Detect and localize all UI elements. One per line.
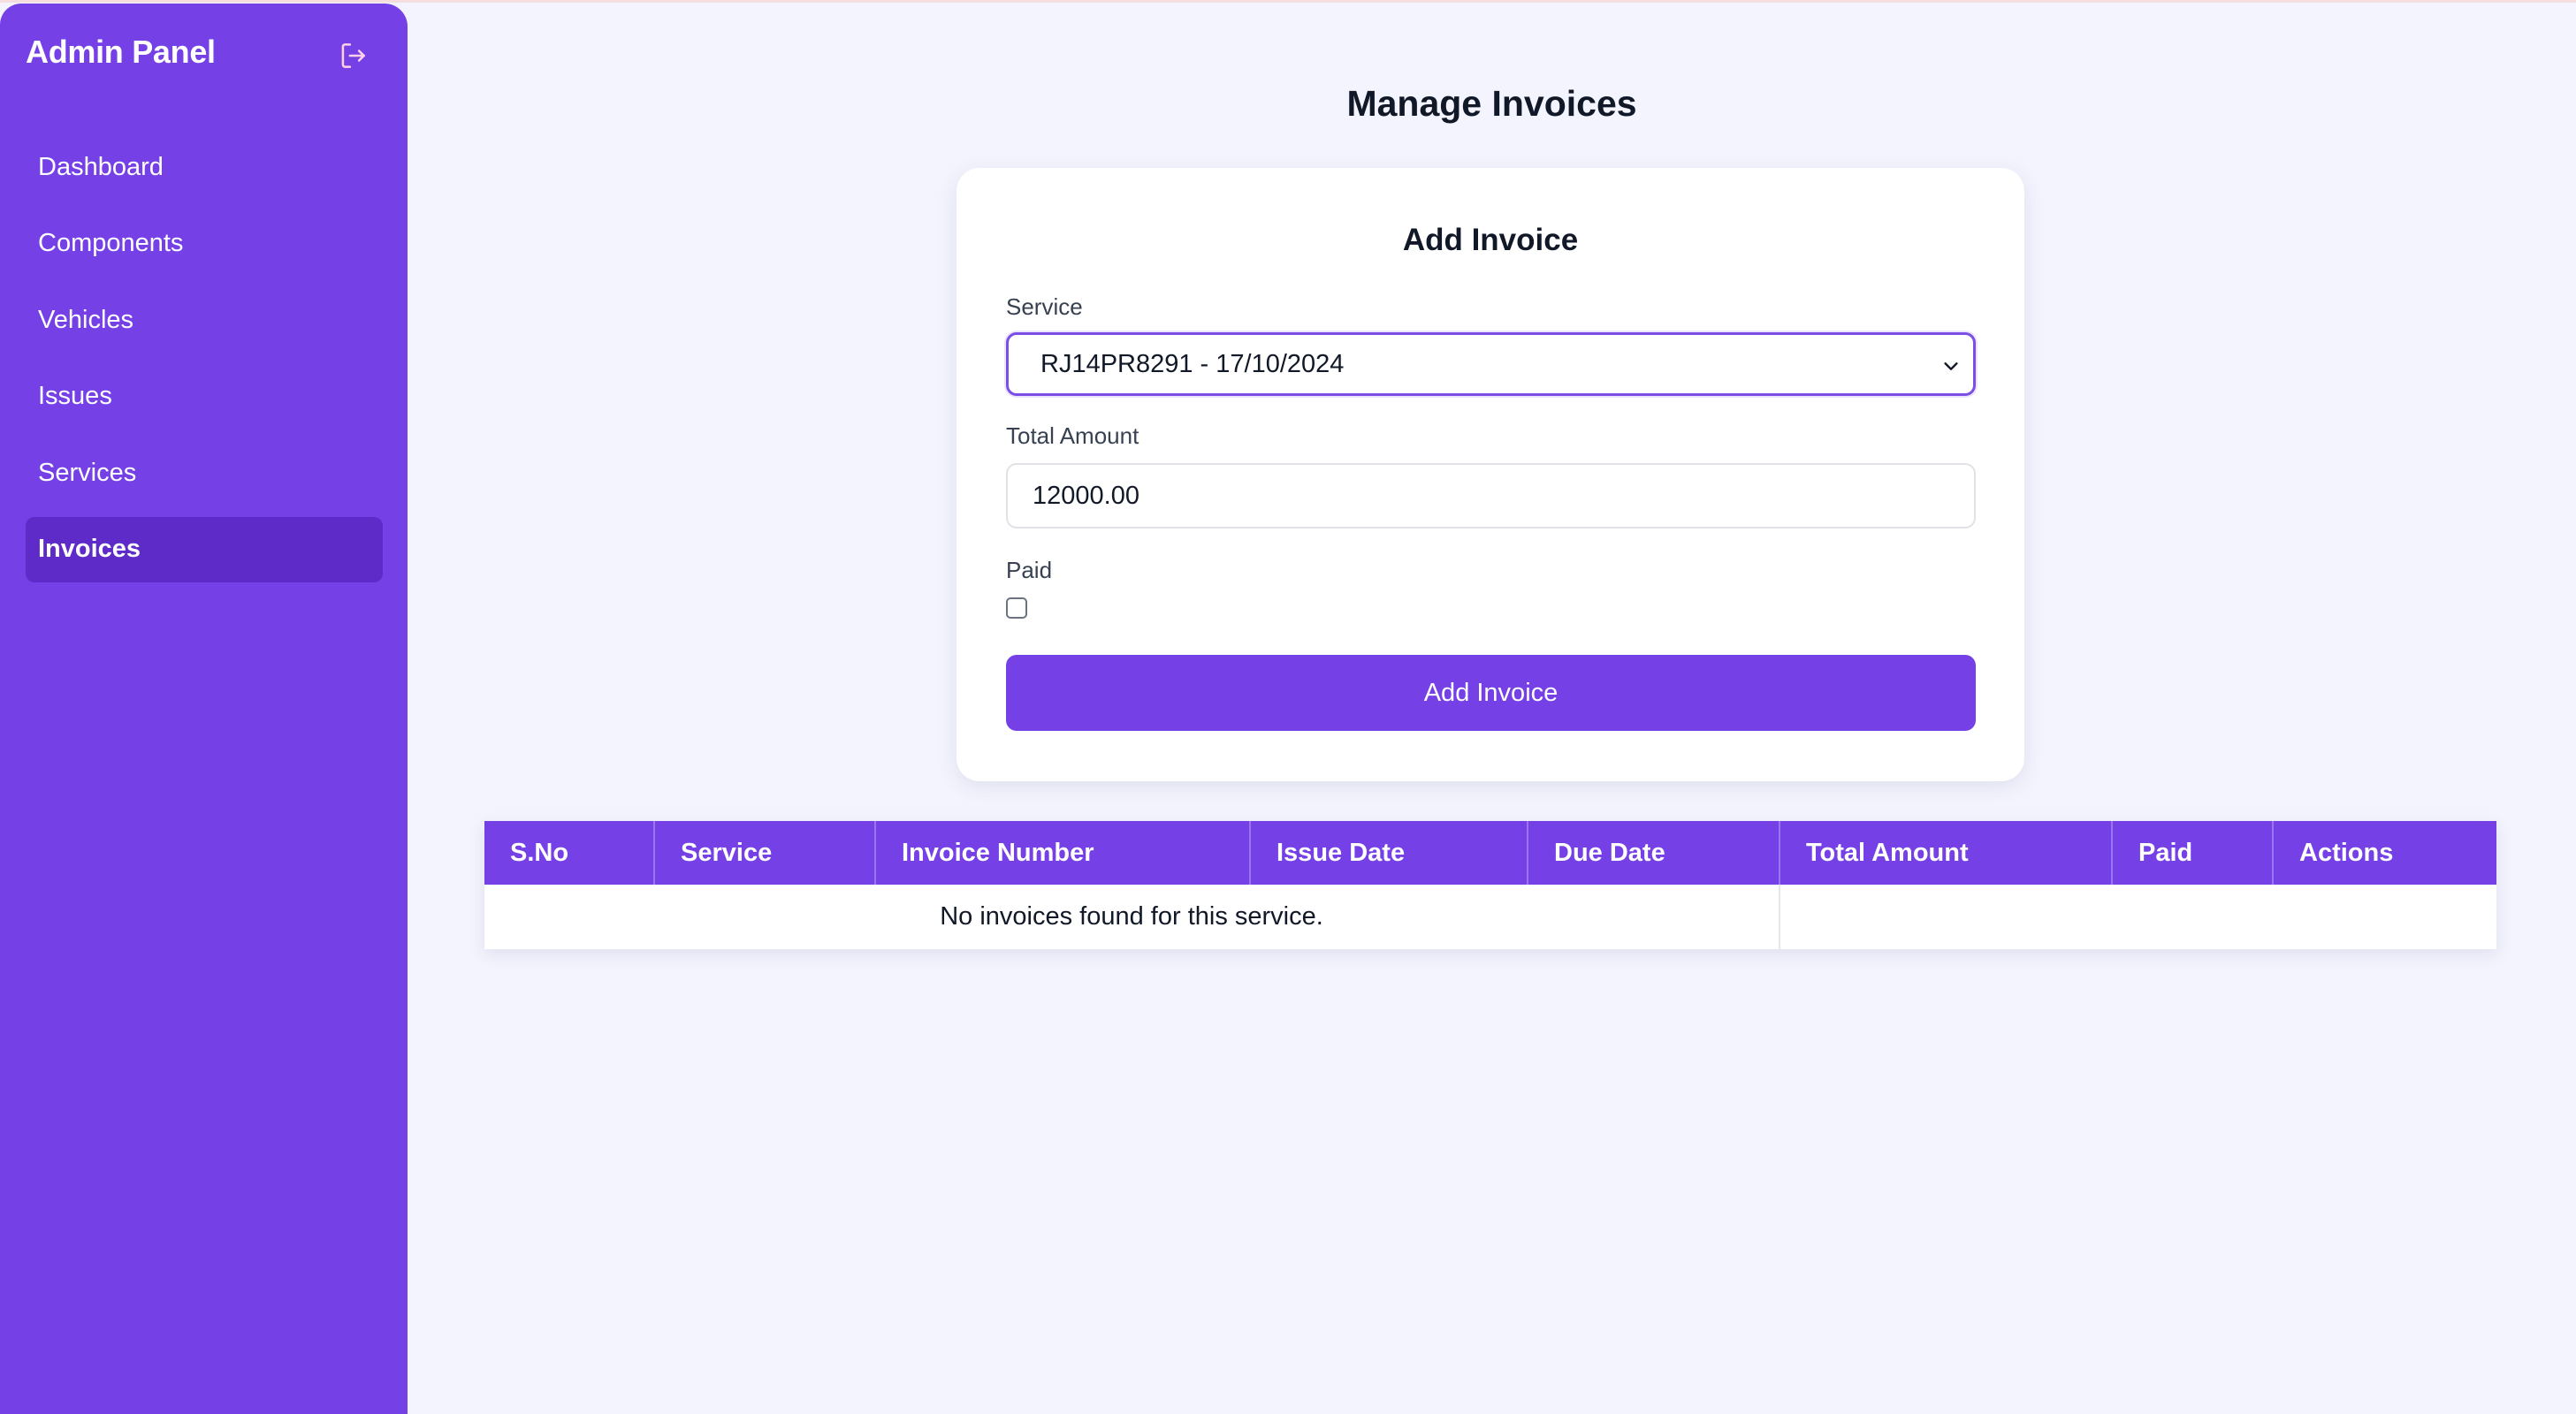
column-header-total-amount[interactable]: Total Amount [1780, 821, 2113, 885]
app-window: Admin Panel Dashboard Components Vehicle… [0, 0, 2576, 1414]
sidebar-item-services[interactable]: Services [26, 440, 383, 506]
add-invoice-button[interactable]: Add Invoice [1006, 655, 1976, 731]
column-header-invoice-number[interactable]: Invoice Number [876, 821, 1251, 885]
total-amount-input[interactable] [1006, 463, 1976, 528]
service-select-value: RJ14PR8291 - 17/10/2024 [1040, 349, 1345, 378]
service-select[interactable]: RJ14PR8291 - 17/10/2024 [1006, 332, 1976, 396]
paid-checkbox[interactable] [1006, 597, 1027, 619]
column-header-issue-date[interactable]: Issue Date [1251, 821, 1528, 885]
column-header-paid[interactable]: Paid [2113, 821, 2274, 885]
page-title: Manage Invoices [1346, 83, 1637, 124]
brand-title: Admin Panel [26, 34, 216, 70]
logout-icon[interactable] [336, 39, 370, 72]
sidebar: Admin Panel Dashboard Components Vehicle… [0, 4, 408, 1414]
sidebar-item-label: Vehicles [38, 305, 134, 334]
invoices-table: S.No Service Invoice Number Issue Date D… [484, 821, 2496, 949]
chevron-down-icon [1944, 362, 1958, 370]
column-header-due-date[interactable]: Due Date [1528, 821, 1780, 885]
empty-table-message: No invoices found for this service. [484, 885, 1780, 949]
add-invoice-card: Add Invoice Service RJ14PR8291 - 17/10/2… [956, 168, 2024, 781]
service-label: Service [1006, 293, 1083, 320]
sidebar-nav: Dashboard Components Vehicles Issues Ser… [26, 134, 383, 593]
sidebar-item-label: Dashboard [38, 152, 164, 181]
main-content: Manage Invoices Add Invoice Service RJ14… [408, 0, 2576, 1414]
sidebar-item-components[interactable]: Components [26, 211, 383, 277]
column-header-service[interactable]: Service [655, 821, 876, 885]
column-header-actions[interactable]: Actions [2274, 821, 2496, 885]
total-amount-label: Total Amount [1006, 422, 1139, 449]
table-header: S.No Service Invoice Number Issue Date D… [484, 821, 2496, 885]
sidebar-item-issues[interactable]: Issues [26, 364, 383, 430]
sidebar-item-label: Components [38, 229, 184, 257]
sidebar-item-dashboard[interactable]: Dashboard [26, 134, 383, 200]
column-header-sno[interactable]: S.No [484, 821, 655, 885]
paid-label: Paid [1006, 557, 1053, 583]
sidebar-item-label: Services [38, 458, 137, 487]
sidebar-item-label: Issues [38, 382, 112, 410]
sidebar-item-label: Invoices [38, 535, 141, 563]
card-title: Add Invoice [1402, 223, 1579, 257]
sidebar-item-invoices[interactable]: Invoices [26, 516, 383, 582]
sidebar-item-vehicles[interactable]: Vehicles [26, 287, 383, 353]
